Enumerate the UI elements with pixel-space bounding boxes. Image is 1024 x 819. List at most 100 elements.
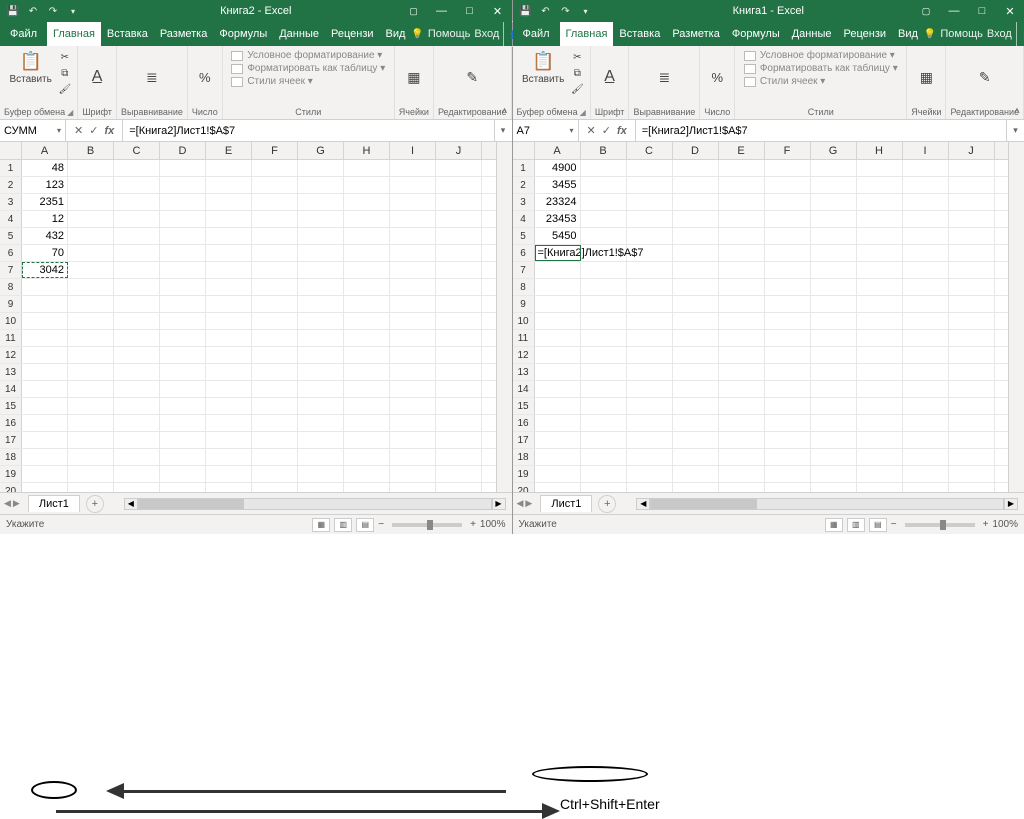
tab-insert[interactable]: Вставка xyxy=(101,22,154,46)
cell-E7[interactable] xyxy=(719,262,765,278)
cell-J18[interactable] xyxy=(436,449,482,465)
cell-J17[interactable] xyxy=(436,432,482,448)
cell-A14[interactable] xyxy=(535,381,581,397)
cell-H9[interactable] xyxy=(857,296,903,312)
cell-B20[interactable] xyxy=(581,483,627,492)
cell-F8[interactable] xyxy=(765,279,811,295)
cell-A8[interactable] xyxy=(535,279,581,295)
percent-icon[interactable]: % xyxy=(712,70,724,85)
cell-F7[interactable] xyxy=(252,262,298,278)
cell-G17[interactable] xyxy=(298,432,344,448)
conditional-formatting[interactable]: Условное форматирование ▾ xyxy=(231,50,382,61)
cell-I2[interactable] xyxy=(903,177,949,193)
cell-H1[interactable] xyxy=(344,160,390,176)
expand-formula-bar-icon[interactable]: ▾ xyxy=(494,120,512,141)
cell-styles[interactable]: Стили ячеек ▾ xyxy=(744,76,826,87)
view-page-break-icon[interactable]: ▤ xyxy=(869,518,887,532)
cell-B2[interactable] xyxy=(581,177,627,193)
cell-A18[interactable] xyxy=(535,449,581,465)
col-header-J[interactable]: J xyxy=(949,142,995,159)
cell-J6[interactable] xyxy=(949,245,995,261)
cell-D5[interactable] xyxy=(673,228,719,244)
collapse-ribbon-icon[interactable]: ˄ xyxy=(502,106,508,117)
cell-E16[interactable] xyxy=(719,415,765,431)
qat-customize-icon[interactable]: ▾ xyxy=(579,4,593,18)
cell-G10[interactable] xyxy=(298,313,344,329)
cell-G10[interactable] xyxy=(811,313,857,329)
cell-H19[interactable] xyxy=(857,466,903,482)
fx-icon[interactable]: fx xyxy=(104,125,114,137)
cell-A2[interactable]: 123 xyxy=(22,177,68,193)
cell-J19[interactable] xyxy=(436,466,482,482)
cell-B15[interactable] xyxy=(68,398,114,414)
cell-H17[interactable] xyxy=(857,432,903,448)
cut-icon[interactable]: ✂ xyxy=(570,50,584,64)
cell-D8[interactable] xyxy=(160,279,206,295)
view-normal-icon[interactable]: ▦ xyxy=(312,518,330,532)
scroll-right-icon[interactable]: ▶ xyxy=(492,498,506,510)
cell-D1[interactable] xyxy=(160,160,206,176)
tab-layout[interactable]: Разметка xyxy=(154,22,214,46)
cell-E16[interactable] xyxy=(206,415,252,431)
cell-F6[interactable] xyxy=(252,245,298,261)
zoom-out-icon[interactable]: − xyxy=(378,519,384,530)
cell-C14[interactable] xyxy=(114,381,160,397)
row-header[interactable]: 5 xyxy=(513,228,535,244)
row-header[interactable]: 13 xyxy=(513,364,535,380)
tab-home[interactable]: Главная xyxy=(47,22,101,46)
cell-B1[interactable] xyxy=(581,160,627,176)
cell-I9[interactable] xyxy=(390,296,436,312)
cell-G9[interactable] xyxy=(298,296,344,312)
row-header[interactable]: 11 xyxy=(0,330,22,346)
cell-F14[interactable] xyxy=(765,381,811,397)
cell-A20[interactable] xyxy=(535,483,581,492)
cell-A7[interactable]: 3042 xyxy=(22,262,68,278)
cell-D13[interactable] xyxy=(160,364,206,380)
cell-A6[interactable]: 70 xyxy=(22,245,68,261)
cell-F11[interactable] xyxy=(252,330,298,346)
cell-A4[interactable]: 23453 xyxy=(535,211,581,227)
formula-input[interactable]: =[Книга2]Лист1!$A$7 xyxy=(123,120,493,141)
row-header[interactable]: 5 xyxy=(0,228,22,244)
cell-C13[interactable] xyxy=(114,364,160,380)
cell-C7[interactable] xyxy=(114,262,160,278)
cancel-formula-icon[interactable]: ✕ xyxy=(587,124,596,137)
row-header[interactable]: 3 xyxy=(0,194,22,210)
cell-F3[interactable] xyxy=(765,194,811,210)
cell-I3[interactable] xyxy=(390,194,436,210)
cell-C11[interactable] xyxy=(627,330,673,346)
cell-J15[interactable] xyxy=(436,398,482,414)
cell-D19[interactable] xyxy=(673,466,719,482)
cell-D4[interactable] xyxy=(160,211,206,227)
cell-F4[interactable] xyxy=(765,211,811,227)
cell-C1[interactable] xyxy=(627,160,673,176)
cell-J14[interactable] xyxy=(436,381,482,397)
cell-J10[interactable] xyxy=(949,313,995,329)
cell-D11[interactable] xyxy=(160,330,206,346)
cell-J1[interactable] xyxy=(949,160,995,176)
cell-A15[interactable] xyxy=(535,398,581,414)
row-header[interactable]: 1 xyxy=(513,160,535,176)
cell-J13[interactable] xyxy=(436,364,482,380)
cell-G7[interactable] xyxy=(811,262,857,278)
cell-A3[interactable]: 2351 xyxy=(22,194,68,210)
name-box[interactable]: A7▾ xyxy=(513,120,579,141)
cell-J3[interactable] xyxy=(949,194,995,210)
cell-D18[interactable] xyxy=(160,449,206,465)
cell-I9[interactable] xyxy=(903,296,949,312)
row-header[interactable]: 9 xyxy=(0,296,22,312)
view-page-layout-icon[interactable]: ▥ xyxy=(847,518,865,532)
cell-I18[interactable] xyxy=(390,449,436,465)
cell-A11[interactable] xyxy=(535,330,581,346)
cell-C14[interactable] xyxy=(627,381,673,397)
cell-D14[interactable] xyxy=(160,381,206,397)
cell-A11[interactable] xyxy=(22,330,68,346)
cell-G20[interactable] xyxy=(298,483,344,492)
cell-I7[interactable] xyxy=(903,262,949,278)
formula-input[interactable]: =[Книга2]Лист1!$A$7 xyxy=(636,120,1006,141)
save-icon[interactable]: 💾 xyxy=(519,4,533,18)
cell-E15[interactable] xyxy=(206,398,252,414)
cell-A19[interactable] xyxy=(22,466,68,482)
zoom-slider[interactable] xyxy=(905,523,975,527)
cell-E9[interactable] xyxy=(206,296,252,312)
